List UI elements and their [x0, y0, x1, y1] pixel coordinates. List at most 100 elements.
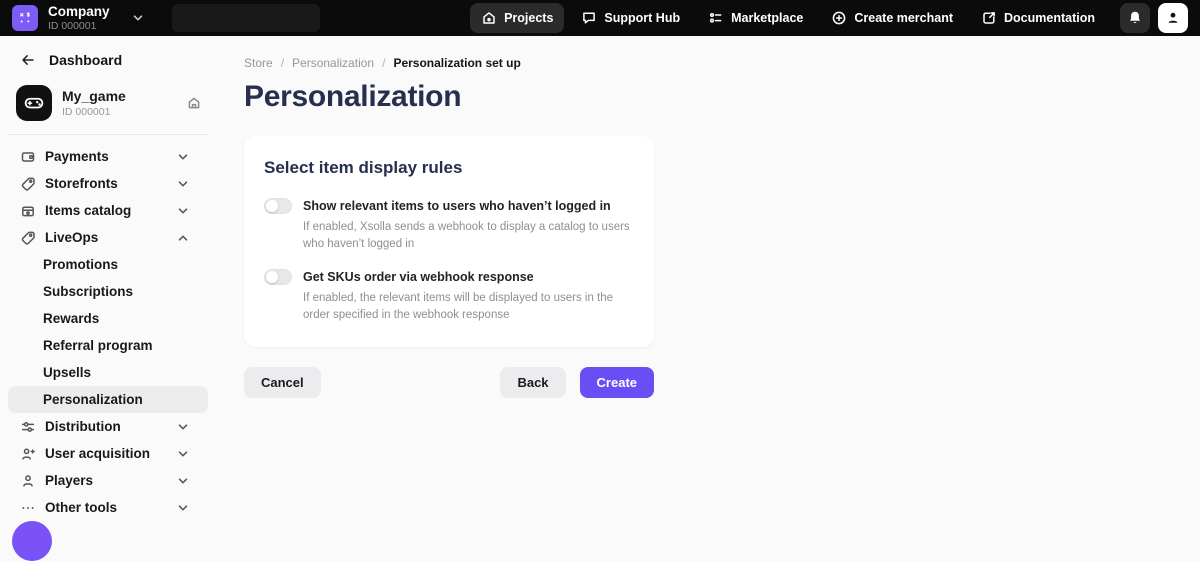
dashboard-label: Dashboard	[49, 52, 122, 68]
project-switcher[interactable]: My_game ID 000001	[0, 85, 216, 121]
sidebar-subitem-personalization[interactable]: Personalization	[8, 386, 208, 413]
sidebar-divider	[8, 134, 208, 135]
sidebar-subitem-label: Personalization	[43, 392, 143, 407]
topbar-nav-label: Projects	[504, 11, 553, 25]
dots-icon	[20, 500, 36, 516]
sliders-icon	[20, 419, 36, 435]
sidebar-subitem-upsells[interactable]: Upsells	[0, 359, 216, 386]
topbar-search-box[interactable]	[172, 4, 320, 32]
breadcrumb: Store / Personalization / Personalization se…	[244, 56, 1200, 70]
person-outline-icon	[20, 473, 36, 489]
bell-icon	[1127, 10, 1143, 26]
topbar: Company ID 000001 Projects Support Hub Mar…	[0, 0, 1200, 36]
display-rules-card: Select item display rules Show relevant …	[244, 136, 654, 347]
sidebar-subitem-subscriptions[interactable]: Subscriptions	[0, 278, 216, 305]
topbar-nav-create-merchant[interactable]: Create merchant	[820, 3, 964, 33]
breadcrumb-separator: /	[281, 56, 284, 70]
toggle-description: If enabled, Xsolla sends a webhook to di…	[303, 219, 634, 252]
chevron-down-icon	[175, 419, 191, 435]
toggle-switch[interactable]	[264, 198, 292, 214]
sidebar-item-label: Payments	[45, 149, 175, 164]
card-heading: Select item display rules	[264, 158, 634, 178]
sidebar-subitem-label: Subscriptions	[43, 284, 133, 299]
sidebar-item-payments[interactable]: Payments	[0, 143, 216, 170]
chevron-down-icon	[175, 176, 191, 192]
topbar-nav: Projects Support Hub Marketplace Create mer…	[470, 3, 1106, 33]
company-id: ID 000001	[48, 20, 110, 32]
main-content: Store / Personalization / Personalization se…	[216, 36, 1200, 531]
chevron-down-icon	[175, 473, 191, 489]
breadcrumb-personalization-set-up: Personalization set up	[393, 56, 520, 70]
person-icon	[1165, 10, 1181, 26]
breadcrumb-separator: /	[382, 56, 385, 70]
back-button[interactable]: Back	[500, 367, 565, 398]
topbar-nav-marketplace[interactable]: Marketplace	[697, 3, 814, 33]
sidebar-subitem-label: Promotions	[43, 257, 118, 272]
chat-icon	[581, 10, 597, 26]
sidebar-subitem-referral-program[interactable]: Referral program	[0, 332, 216, 359]
toggle-knob	[266, 271, 278, 283]
toggle-list: Show relevant items to users who haven’t…	[264, 198, 634, 324]
chevron-down-icon	[175, 446, 191, 462]
person-plus-icon	[20, 446, 36, 462]
topbar-nav-label: Support Hub	[604, 11, 680, 25]
breadcrumb-personalization[interactable]: Personalization	[292, 56, 374, 70]
sidebar-item-liveops[interactable]: LiveOps	[0, 224, 216, 251]
topbar-nav-label: Documentation	[1004, 11, 1095, 25]
form-actions: Cancel Back Create	[244, 367, 654, 398]
sidebar-item-label: User acquisition	[45, 446, 175, 461]
toggle-row-get-skus-order-via-webhook-res: Get SKUs order via webhook responseIf en…	[264, 269, 634, 323]
arrow-left-icon	[20, 52, 36, 68]
sidebar-item-storefronts[interactable]: Storefronts	[0, 170, 216, 197]
sidebar-subitem-label: Upsells	[43, 365, 91, 380]
sidebar-item-label: Other tools	[45, 500, 175, 515]
sidebar-subitem-promotions[interactable]: Promotions	[0, 251, 216, 278]
help-fab[interactable]	[12, 521, 52, 561]
toggle-label: Show relevant items to users who haven’t…	[303, 198, 634, 214]
notifications-button[interactable]	[1120, 3, 1150, 33]
project-avatar	[16, 85, 52, 121]
wallet-icon	[20, 149, 36, 165]
sidebar-item-user-acquisition[interactable]: User acquisition	[0, 440, 216, 467]
company-selector[interactable]: Company ID 000001	[48, 4, 110, 32]
sidebar-item-items-catalog[interactable]: Items catalog	[0, 197, 216, 224]
chevron-down-icon[interactable]	[130, 10, 146, 26]
sidebar-item-label: Distribution	[45, 419, 175, 434]
topbar-nav-support-hub[interactable]: Support Hub	[570, 3, 691, 33]
external-link-icon	[981, 10, 997, 26]
cancel-button[interactable]: Cancel	[244, 367, 321, 398]
sidebar: Dashboard My_game ID 000001 Payments Stor…	[0, 36, 216, 531]
back-to-dashboard[interactable]: Dashboard	[0, 48, 216, 72]
chevron-up-icon	[175, 230, 191, 246]
toggle-row-show-relevant-items-to-users-w: Show relevant items to users who haven’t…	[264, 198, 634, 252]
list-icon	[708, 10, 724, 26]
project-name: My_game	[62, 88, 186, 105]
sidebar-item-label: Storefronts	[45, 176, 175, 191]
sidebar-item-label: LiveOps	[45, 230, 175, 245]
house-icon	[481, 10, 497, 26]
home-icon[interactable]	[186, 95, 202, 111]
sidebar-subitem-label: Referral program	[43, 338, 153, 353]
sidebar-item-distribution[interactable]: Distribution	[0, 413, 216, 440]
tag-icon	[20, 230, 36, 246]
topbar-nav-label: Marketplace	[731, 11, 803, 25]
logo-pattern-icon	[17, 10, 33, 26]
sidebar-subitem-rewards[interactable]: Rewards	[0, 305, 216, 332]
toggle-label: Get SKUs order via webhook response	[303, 269, 634, 285]
account-button[interactable]	[1158, 3, 1188, 33]
toggle-switch[interactable]	[264, 269, 292, 285]
sidebar-item-label: Items catalog	[45, 203, 175, 218]
topbar-nav-label: Create merchant	[854, 11, 953, 25]
create-button[interactable]: Create	[580, 367, 654, 398]
topbar-nav-projects[interactable]: Projects	[470, 3, 564, 33]
company-logo	[12, 5, 38, 31]
sidebar-item-players[interactable]: Players	[0, 467, 216, 494]
sidebar-nav: Payments Storefronts Items catalog LiveOps P…	[0, 143, 216, 521]
breadcrumb-store[interactable]: Store	[244, 56, 273, 70]
project-id: ID 000001	[62, 106, 186, 119]
company-name: Company	[48, 4, 110, 20]
sidebar-item-label: Players	[45, 473, 175, 488]
sidebar-subitem-label: Rewards	[43, 311, 99, 326]
topbar-nav-documentation[interactable]: Documentation	[970, 3, 1106, 33]
sidebar-item-other-tools[interactable]: Other tools	[0, 494, 216, 521]
